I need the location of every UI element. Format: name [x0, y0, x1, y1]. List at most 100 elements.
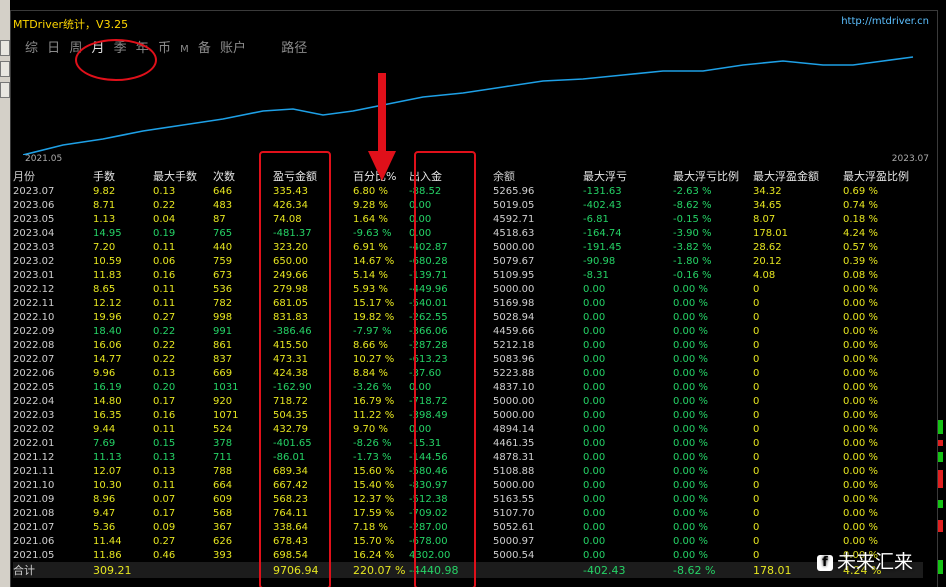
total-cell — [493, 562, 583, 578]
table-cell: 0.00 % — [673, 381, 708, 393]
table-cell: 0.04 — [153, 213, 176, 225]
table-cell: 0.00 — [583, 395, 606, 407]
table-cell: 0 — [753, 521, 760, 533]
table-cell: 2022.09 — [13, 325, 55, 337]
table-cell: 10.30 — [93, 479, 122, 491]
column-header[interactable]: 最大浮亏比例 — [673, 168, 753, 184]
table-cell: 0.00 — [583, 465, 606, 477]
table-cell: 0.74 % — [843, 199, 878, 211]
table-cell: 0 — [753, 465, 760, 477]
table-cell: 0.13 — [153, 451, 176, 463]
table-cell: -8.31 — [583, 269, 609, 281]
table-cell: 0.00 % — [843, 451, 878, 463]
table-cell: 5265.96 — [493, 185, 535, 197]
equity-line — [23, 56, 914, 155]
toolbar-button[interactable] — [0, 82, 10, 98]
table-cell: 0.13 — [153, 185, 176, 197]
table-cell: 19.96 — [93, 311, 122, 323]
table-cell: 16.24 % — [353, 549, 395, 561]
table-cell: 0.22 — [153, 339, 176, 351]
column-header[interactable]: 手数 — [93, 168, 153, 184]
table-cell: 15.60 % — [353, 465, 395, 477]
column-header[interactable]: 最大手数 — [153, 168, 213, 184]
table-cell: 10.59 — [93, 255, 122, 267]
column-header[interactable]: 余额 — [493, 168, 583, 184]
table-cell: 5000.00 — [493, 395, 535, 407]
table-cell: 0.00 % — [843, 521, 878, 533]
table-cell: 2022.02 — [13, 423, 55, 435]
table-cell: 2021.08 — [13, 507, 55, 519]
table-cell: 5000.00 — [493, 479, 535, 491]
table-cell: 9.47 — [93, 507, 116, 519]
table-cell: 0.00 % — [673, 535, 708, 547]
table-cell: 0.00 — [583, 535, 606, 547]
table-cell: 5163.55 — [493, 493, 535, 505]
table-cell: 5.93 % — [353, 283, 388, 295]
table-cell: 5.14 % — [353, 269, 388, 281]
table-cell: 2023.07 — [13, 185, 55, 197]
column-header[interactable]: 最大浮盈金额 — [753, 168, 843, 184]
equity-curve-chart — [23, 56, 914, 155]
table-cell: 0.07 — [153, 493, 176, 505]
table-cell: 0.17 — [153, 507, 176, 519]
table-cell: -8.26 % — [353, 437, 392, 449]
table-cell: 2023.01 — [13, 269, 55, 281]
table-cell: 16.79 % — [353, 395, 395, 407]
table-cell: 11.22 % — [353, 409, 395, 421]
site-url[interactable]: http://mtdriver.cn — [841, 16, 929, 27]
table-cell: 16.19 — [93, 381, 122, 393]
total-cell: 合计 — [13, 562, 93, 578]
toolbar-button[interactable] — [0, 40, 10, 56]
toolbar-button[interactable] — [0, 61, 10, 77]
column-header[interactable]: 月份 — [13, 168, 93, 184]
table-cell: 2021.06 — [13, 535, 55, 547]
table-cell: 0.18 % — [843, 213, 878, 225]
table-cell: 0 — [753, 297, 760, 309]
watermark: f 未来汇来 — [817, 547, 913, 574]
table-cell: 5000.54 — [493, 549, 535, 561]
table-cell: 6.80 % — [353, 185, 388, 197]
table-cell: 5052.61 — [493, 521, 535, 533]
table-cell: 0 — [753, 283, 760, 295]
table-cell: 0.22 — [153, 199, 176, 211]
table-cell: 0.00 % — [673, 493, 708, 505]
table-cell: -90.98 — [583, 255, 616, 267]
table-cell: 5.36 — [93, 521, 116, 533]
table-cell: 0.00 % — [843, 311, 878, 323]
table-cell: 0.00 % — [673, 437, 708, 449]
table-cell: 0 — [753, 325, 760, 337]
table-cell: 5107.70 — [493, 507, 535, 519]
table-cell: 5000.00 — [493, 241, 535, 253]
table-cell: 2022.03 — [13, 409, 55, 421]
table-cell: 0 — [753, 409, 760, 421]
table-cell: 0.00 % — [673, 283, 708, 295]
table-cell: 0.00 — [583, 381, 606, 393]
table-cell: 5000.97 — [493, 535, 535, 547]
table-cell: 0.00 % — [843, 395, 878, 407]
table-cell: 0.00 % — [673, 395, 708, 407]
table-cell: -1.80 % — [673, 255, 712, 267]
table-cell: 0.17 — [153, 395, 176, 407]
table-cell: 4592.71 — [493, 213, 535, 225]
table-cell: 1.13 — [93, 213, 116, 225]
table-cell: 15.17 % — [353, 297, 395, 309]
table-cell: 0.00 % — [843, 423, 878, 435]
table-cell: 14.80 — [93, 395, 122, 407]
table-cell: 2023.06 — [13, 199, 55, 211]
table-cell: 34.65 — [753, 199, 782, 211]
table-cell: 0.00 — [583, 325, 606, 337]
table-cell: -0.16 % — [673, 269, 712, 281]
table-cell: 0.39 % — [843, 255, 878, 267]
table-cell: 0.00 — [583, 549, 606, 561]
table-cell: 0.00 % — [673, 507, 708, 519]
table-cell: 8.65 — [93, 283, 116, 295]
table-cell: 0.46 — [153, 549, 176, 561]
column-header[interactable]: 最大浮盈比例 — [843, 168, 923, 184]
table-cell: 2021.05 — [13, 549, 55, 561]
table-cell: 4894.14 — [493, 423, 535, 435]
total-cell: 309.21 — [93, 562, 153, 578]
column-header[interactable]: 最大浮亏 — [583, 168, 673, 184]
table-cell: 0.13 — [153, 367, 176, 379]
watermark-text: 未来汇来 — [837, 551, 914, 573]
table-cell: 8.71 — [93, 199, 116, 211]
